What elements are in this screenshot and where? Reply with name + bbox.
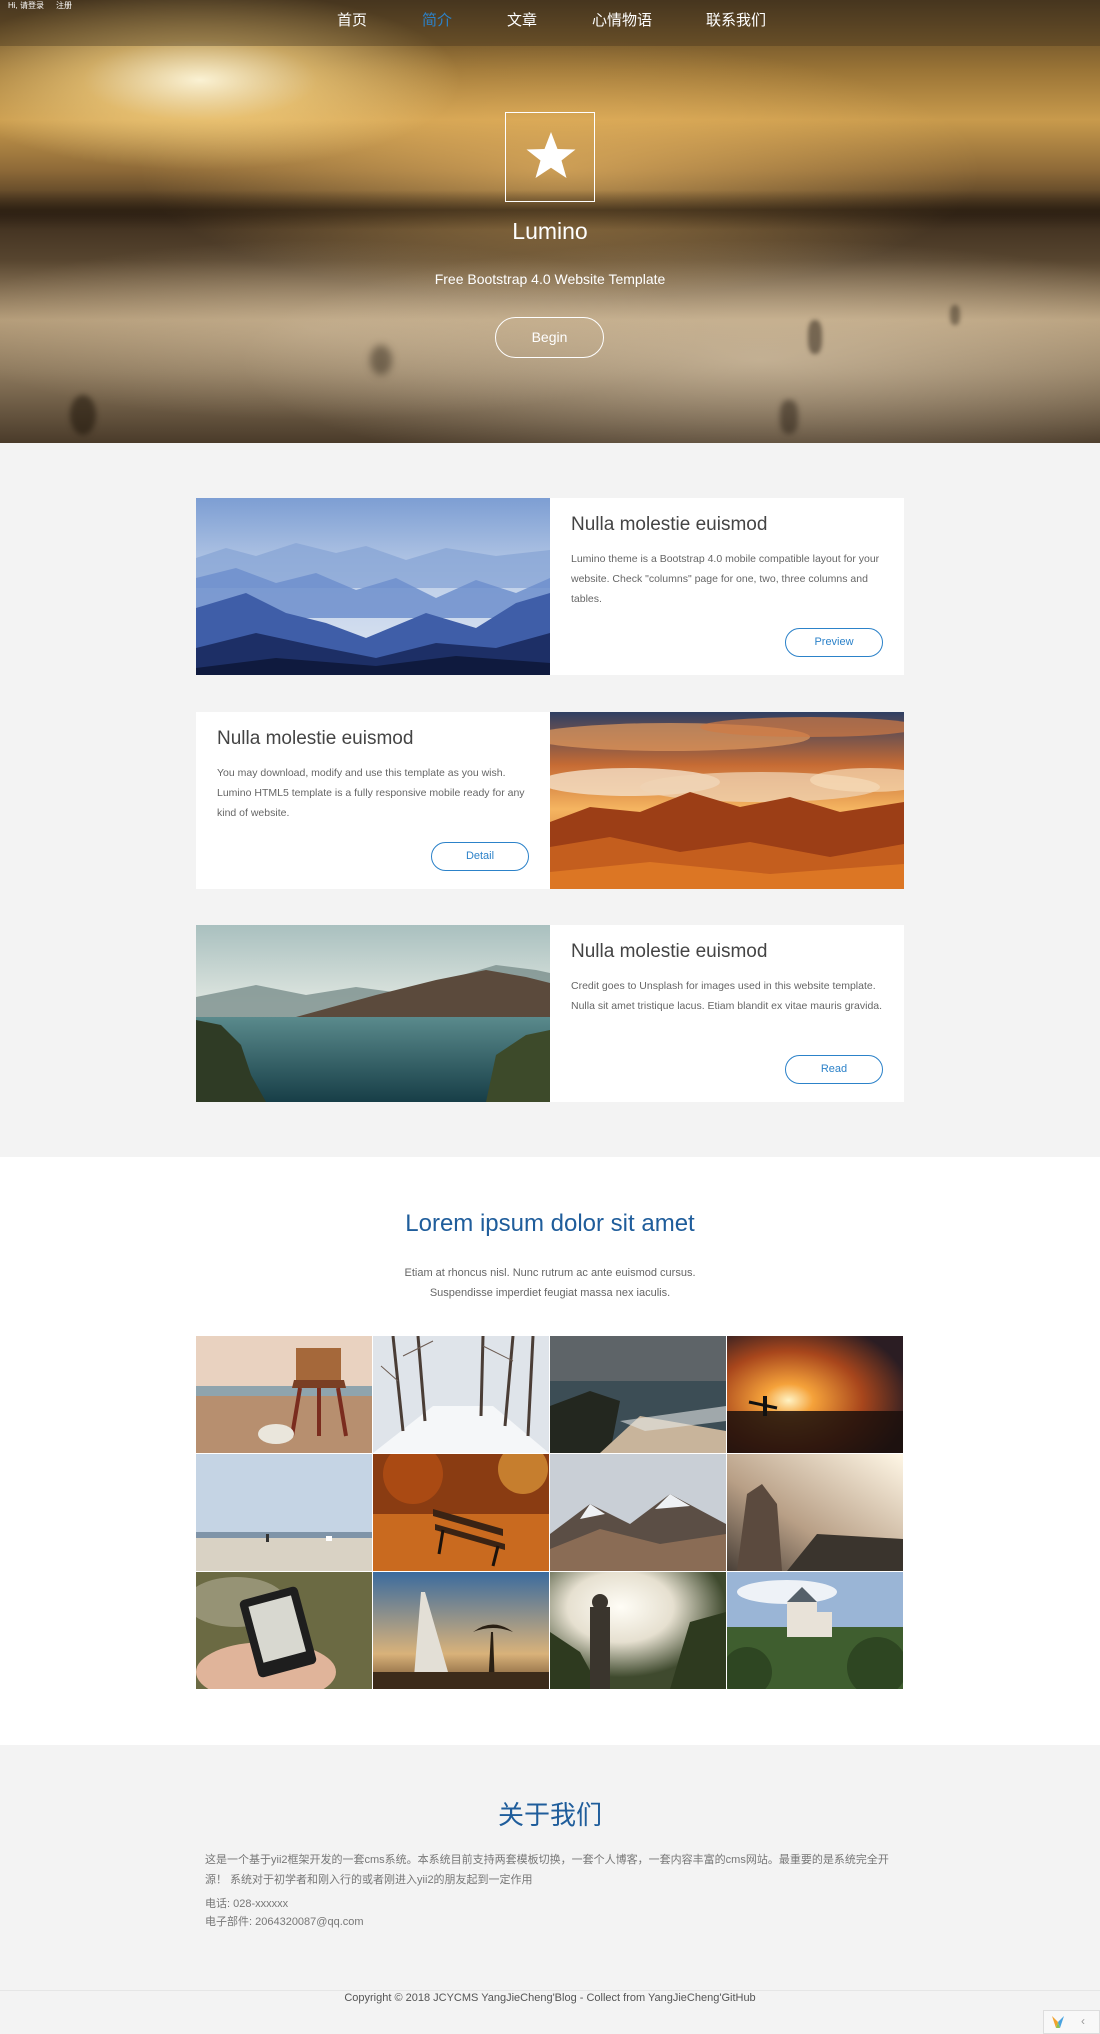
debug-toolbar[interactable]: ‹ [1043,2010,1100,2034]
gallery-image-snow-trees[interactable] [373,1336,549,1453]
contact-email: 电子部件: 2064320087@qq.com [205,1916,364,1928]
card-description: You may download, modify and use this te… [217,767,525,819]
card-image-sunset-clouds [550,712,904,889]
nav-item-home[interactable]: 首页 [337,9,367,30]
chevron-left-icon[interactable]: ‹ [1081,2014,1085,2028]
gallery-image-beach[interactable] [196,1454,372,1571]
card-text: Nulla molestie euismod Credit goes to Un… [550,925,904,1102]
about-title: 关于我们 [497,1800,602,1830]
gallery-image-cliff[interactable] [727,1454,903,1571]
nav-item-contact[interactable]: 联系我们 [706,9,766,30]
hero-figure [808,320,822,354]
card-text: Nulla molestie euismod You may download,… [196,712,550,889]
hero-subtitle: Free Bootstrap 4.0 Website Template [434,271,666,287]
nav-item-about[interactable]: 简介 [422,9,452,30]
footer-divider [0,1990,1100,1991]
begin-button[interactable]: Begin [495,317,604,358]
gallery-image-sunset-surfer[interactable] [727,1336,903,1453]
card-description: Credit goes to Unsplash for images used … [571,980,883,1012]
photo-gallery [196,1336,904,1690]
main-nav: 首页 简介 文章 心情物语 联系我们 [0,9,1100,29]
detail-button[interactable]: Detail [431,842,529,871]
gallery-image-snowy-mountains[interactable] [550,1454,726,1571]
contact-phone: 电话: 028-xxxxxx [205,1898,289,1910]
card-title: Nulla molestie euismod [571,514,768,535]
hero-banner: Hi, 请登录 注册 首页 简介 文章 心情物语 联系我们 Lumino Free… [0,0,1100,443]
hero-figure [780,400,798,434]
gallery-image-ereader[interactable] [196,1572,372,1689]
logo-box [505,112,595,202]
about-contact: 电话: 028-xxxxxx 电子部件: 2064320087@qq.com [205,1895,364,1931]
hero-figure [950,305,960,325]
section-subtitle: Etiam at rhoncus nisl. Nunc rutrum ac an… [0,1263,1100,1303]
star-icon [526,132,576,178]
feature-card: Nulla molestie euismod Credit goes to Un… [196,925,904,1102]
card-image-lake [196,925,550,1102]
hero-figure [70,395,96,435]
read-button[interactable]: Read [785,1055,883,1084]
nav-item-articles[interactable]: 文章 [507,9,537,30]
footer-copyright: Copyright © 2018 JCYCMS YangJieCheng'Blo… [344,1992,756,2004]
preview-button[interactable]: Preview [785,628,883,657]
card-text: Nulla molestie euismod Lumino theme is a… [550,498,904,675]
gallery-image-autumn-bench[interactable] [373,1454,549,1571]
hero-figure [370,345,392,375]
card-title: Nulla molestie euismod [571,941,768,962]
nav-item-mood[interactable]: 心情物语 [592,9,652,30]
gallery-image-burj-al-arab[interactable] [373,1572,549,1689]
section-title: Lorem ipsum dolor sit amet [405,1210,695,1237]
card-image-mountains [196,498,550,675]
about-description: 这是一个基于yii2框架开发的一套cms系统。本系统目前支持两套模板切换，一套个… [205,1854,889,1886]
card-title: Nulla molestie euismod [217,728,414,749]
feature-card: Nulla molestie euismod You may download,… [196,712,904,889]
gallery-image-forest-light[interactable] [550,1572,726,1689]
section-line-1: Etiam at rhoncus nisl. Nunc rutrum ac an… [404,1267,696,1279]
gallery-image-castle[interactable] [727,1572,903,1689]
yii-logo-icon [1052,2016,1064,2028]
hero-title: Lumino [512,218,588,244]
feature-card: Nulla molestie euismod Lumino theme is a… [196,498,904,675]
card-description: Lumino theme is a Bootstrap 4.0 mobile c… [571,553,880,605]
section-line-2: Suspendisse imperdiet feugiat massa nex … [429,1287,671,1299]
gallery-image-lifeguard-tower[interactable] [196,1336,372,1453]
gallery-image-stormy-coast[interactable] [550,1336,726,1453]
